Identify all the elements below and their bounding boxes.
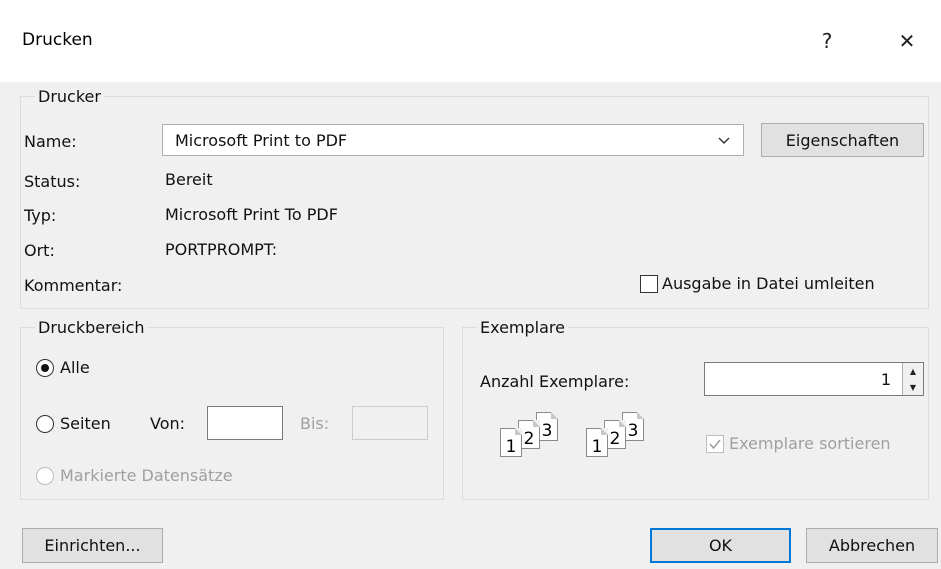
range-pages-option[interactable]: Seiten: [36, 414, 111, 433]
collate-illustration-a: 3 2 1: [494, 412, 576, 458]
collate-option[interactable]: Exemplare sortieren: [706, 434, 891, 453]
printer-group-legend: Drucker: [38, 87, 101, 106]
close-icon: ✕: [898, 29, 916, 53]
range-selection-label: Markierte Datensätze: [60, 466, 233, 485]
window-title: Drucken: [22, 30, 93, 50]
help-button[interactable]: ?: [808, 22, 846, 60]
type-label: Typ:: [24, 206, 57, 225]
to-input[interactable]: [352, 406, 428, 440]
chevron-down-icon: [717, 132, 731, 146]
copies-count-value: 1: [880, 370, 891, 389]
ok-button[interactable]: OK: [650, 528, 791, 563]
close-button[interactable]: ✕: [888, 22, 926, 60]
comment-label: Kommentar:: [24, 276, 123, 295]
from-label: Von:: [150, 414, 186, 433]
copies-group: Exemplare: [462, 318, 929, 500]
printer-name-dropdown[interactable]: Microsoft Print to PDF: [162, 124, 744, 156]
print-to-file-checkbox[interactable]: [640, 274, 658, 293]
copies-count-stepper[interactable]: 1 ▲ ▼: [704, 362, 924, 396]
copies-count-label: Anzahl Exemplare:: [480, 372, 630, 391]
title-bar: Drucken ? ✕: [0, 0, 941, 82]
type-value: Microsoft Print To PDF: [165, 205, 338, 224]
from-input[interactable]: [207, 406, 283, 440]
range-all-radio[interactable]: [36, 358, 54, 377]
range-all-label: Alle: [60, 358, 90, 377]
setup-button[interactable]: Einrichten...: [22, 528, 163, 563]
range-all-option[interactable]: Alle: [36, 358, 90, 377]
properties-button[interactable]: Eigenschaften: [761, 123, 924, 157]
location-label: Ort:: [24, 241, 55, 260]
printer-name-label: Name:: [24, 132, 77, 151]
print-range-legend: Druckbereich: [38, 318, 145, 337]
status-label: Status:: [24, 172, 81, 191]
location-value: PORTPROMPT:: [165, 240, 278, 259]
spin-up-icon[interactable]: ▲: [903, 363, 923, 379]
collate-checkbox[interactable]: [706, 434, 724, 453]
page-icon: 1: [500, 428, 522, 457]
range-selection-option[interactable]: Markierte Datensätze: [36, 466, 233, 485]
range-pages-label: Seiten: [60, 414, 111, 433]
print-to-file-label: Ausgabe in Datei umleiten: [662, 274, 875, 293]
to-label: Bis:: [300, 414, 330, 433]
cancel-button[interactable]: Abbrechen: [806, 528, 938, 563]
range-pages-radio[interactable]: [36, 414, 54, 433]
help-icon: ?: [821, 29, 833, 53]
printer-name-value: Microsoft Print to PDF: [175, 131, 348, 150]
copies-spinner[interactable]: ▲ ▼: [902, 363, 923, 395]
collate-label: Exemplare sortieren: [729, 434, 891, 453]
copies-legend: Exemplare: [480, 318, 565, 337]
status-value: Bereit: [165, 170, 213, 189]
print-to-file-option[interactable]: Ausgabe in Datei umleiten: [640, 274, 875, 293]
collate-illustration-b: 3 2 1: [580, 412, 662, 458]
page-icon: 1: [586, 428, 608, 457]
check-icon: [709, 438, 721, 449]
range-selection-radio[interactable]: [36, 466, 54, 485]
spin-down-icon[interactable]: ▼: [903, 379, 923, 395]
